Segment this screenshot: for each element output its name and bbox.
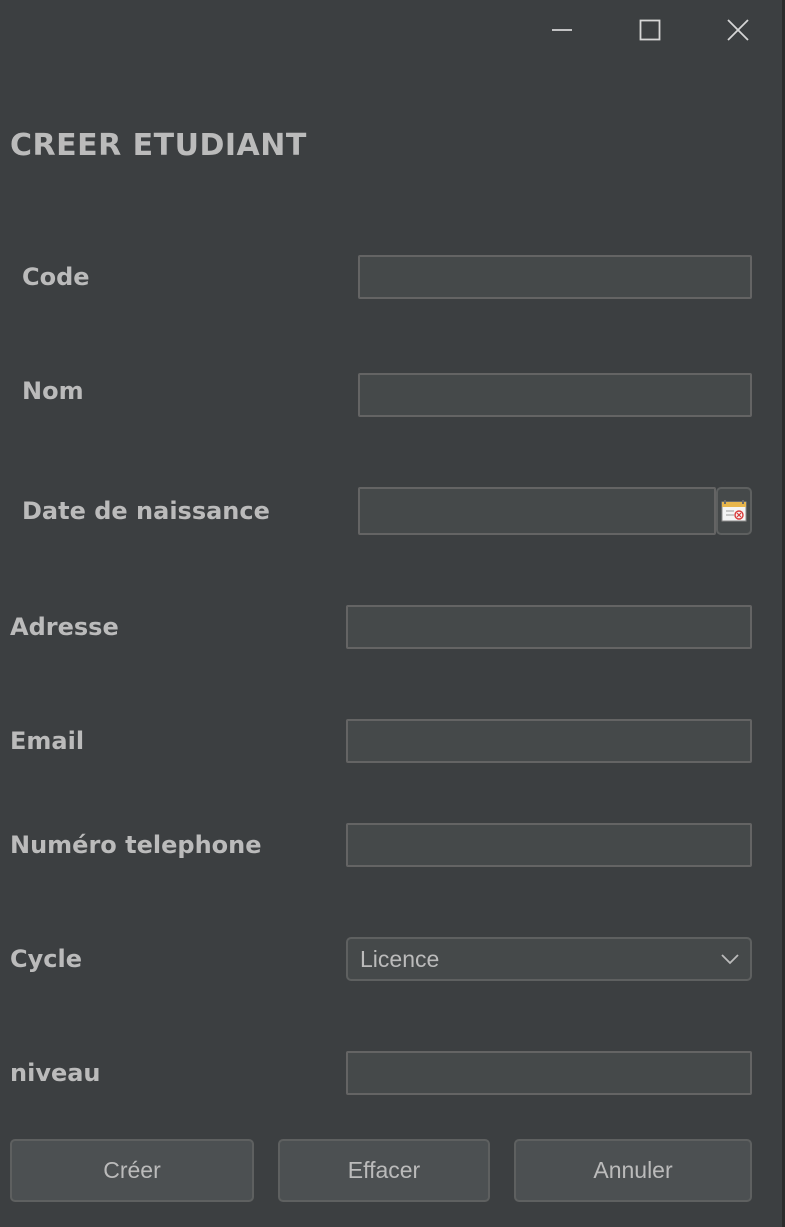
maximize-icon bbox=[639, 19, 661, 41]
email-label: Email bbox=[10, 727, 85, 755]
create-button[interactable]: Créer bbox=[10, 1139, 254, 1202]
telephone-label: Numéro telephone bbox=[10, 831, 262, 859]
email-input[interactable] bbox=[346, 719, 752, 763]
minimize-button[interactable] bbox=[542, 10, 582, 50]
page-title: CREER ETUDIANT bbox=[10, 128, 307, 163]
date-naissance-input[interactable] bbox=[358, 487, 716, 535]
date-picker-button[interactable] bbox=[716, 487, 752, 535]
close-button[interactable] bbox=[718, 10, 758, 50]
cycle-label: Cycle bbox=[10, 945, 82, 973]
maximize-button[interactable] bbox=[630, 10, 670, 50]
niveau-label: niveau bbox=[10, 1059, 101, 1087]
cycle-selected-value: Licence bbox=[360, 945, 440, 972]
code-label: Code bbox=[22, 263, 90, 291]
clear-button[interactable]: Effacer bbox=[278, 1139, 490, 1202]
chevron-down-icon bbox=[721, 954, 739, 965]
create-student-window: CREER ETUDIANT Code Nom Date de naissanc… bbox=[0, 0, 785, 1227]
date-naissance-label: Date de naissance bbox=[22, 497, 270, 525]
telephone-input[interactable] bbox=[346, 823, 752, 867]
calendar-icon bbox=[721, 500, 747, 522]
adresse-input[interactable] bbox=[346, 605, 752, 649]
nom-label: Nom bbox=[22, 377, 84, 405]
cycle-select[interactable]: Licence bbox=[346, 937, 752, 981]
adresse-label: Adresse bbox=[10, 613, 119, 641]
nom-input[interactable] bbox=[358, 373, 752, 417]
minimize-icon bbox=[552, 29, 572, 31]
close-icon bbox=[727, 19, 749, 41]
cancel-button[interactable]: Annuler bbox=[514, 1139, 752, 1202]
dropdown-arrow[interactable] bbox=[710, 939, 750, 979]
niveau-input[interactable] bbox=[346, 1051, 752, 1095]
code-input[interactable] bbox=[358, 255, 752, 299]
